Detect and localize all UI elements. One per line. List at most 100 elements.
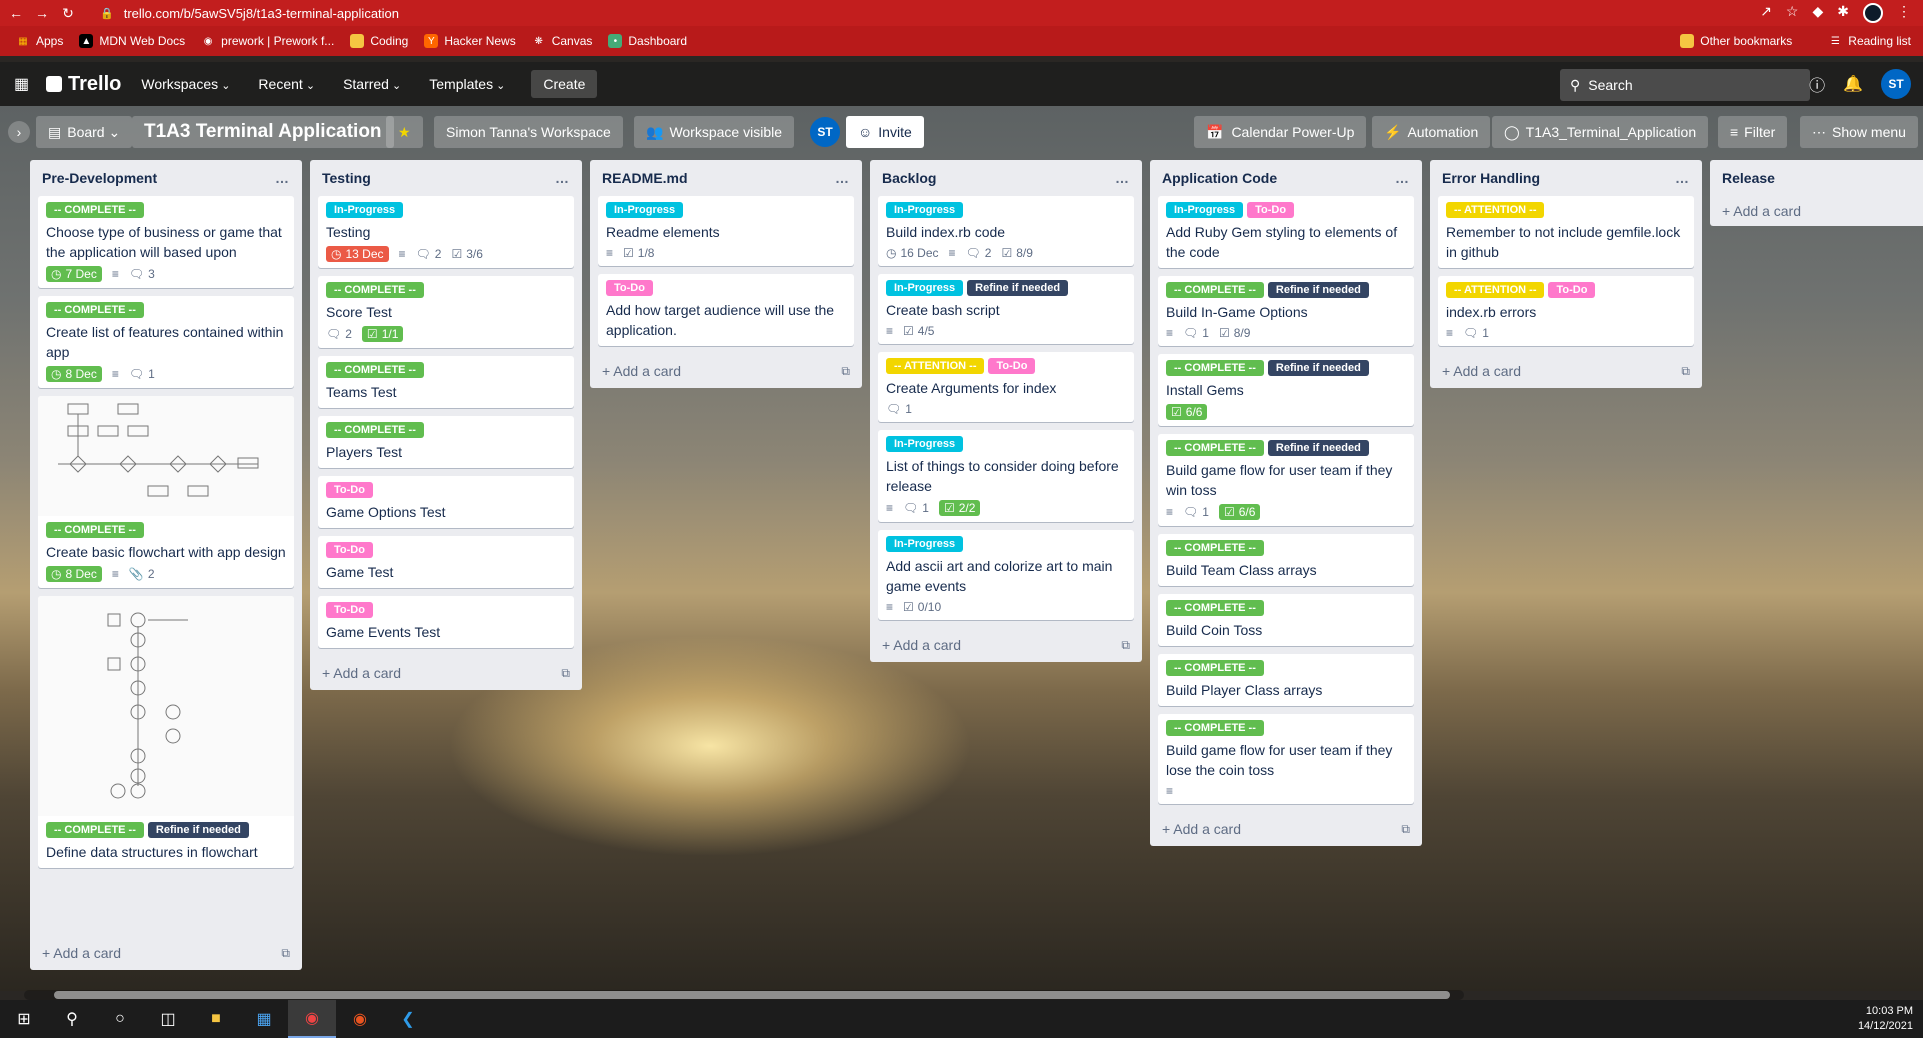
label-pink[interactable]: To-Do (606, 280, 653, 296)
back-arrow-icon[interactable]: ← (6, 5, 26, 21)
card-template-icon[interactable]: ⧉ (281, 946, 290, 961)
card-title[interactable]: Build Team Class arrays (1166, 560, 1406, 580)
star-board-icon[interactable]: ★ (386, 116, 423, 148)
card[interactable]: -- COMPLETE -- Teams Test (318, 356, 574, 408)
card-title[interactable]: Players Test (326, 442, 566, 462)
card[interactable]: -- COMPLETE -- Refine if needed Build game… (1158, 434, 1414, 526)
list-menu-icon[interactable]: … (275, 170, 290, 186)
card-title[interactable]: Define data structures in flowchart (46, 842, 286, 862)
card-template-icon[interactable]: ⧉ (1121, 638, 1130, 653)
automation-button[interactable]: ⚡ Automation (1372, 116, 1491, 148)
due-date-badge[interactable]: ◷ 16 Dec (886, 246, 939, 260)
card-title[interactable]: Build game flow for user team if they lo… (1166, 740, 1406, 780)
card[interactable]: -- ATTENTION -- To-Do Create Arguments for… (878, 352, 1134, 422)
list-menu-icon[interactable]: … (835, 170, 850, 186)
visibility-button[interactable]: 👥 Workspace visible (634, 116, 794, 148)
notifications-bell-icon[interactable]: 🔔 (1843, 74, 1863, 94)
label-green[interactable]: -- COMPLETE -- (326, 362, 424, 378)
bookmark-hacker-news[interactable]: Y Hacker News (424, 34, 516, 48)
due-date-badge[interactable]: ◷ 13 Dec (326, 246, 389, 262)
list-header[interactable]: Error Handling… (1430, 160, 1702, 196)
filter-button[interactable]: ≡ Filter (1718, 116, 1788, 148)
invite-button[interactable]: ☺ Invite (846, 116, 924, 148)
profile-avatar[interactable] (1863, 3, 1883, 23)
card-title[interactable]: Build In-Game Options (1166, 302, 1406, 322)
search-icon[interactable]: ⚲ (48, 1000, 96, 1038)
card-title[interactable]: Choose type of business or game that the… (46, 222, 286, 262)
label-green[interactable]: -- COMPLETE -- (46, 522, 144, 538)
label-dark[interactable]: Refine if needed (1267, 360, 1369, 376)
due-date-badge[interactable]: ◷ 7 Dec (46, 266, 102, 282)
label-dark[interactable]: Refine if needed (1267, 440, 1369, 456)
file-explorer-icon[interactable]: ■ (192, 1000, 240, 1038)
card-title[interactable]: Add how target audience will use the app… (606, 300, 846, 340)
extension-shield-icon[interactable]: ◆ (1812, 3, 1823, 23)
bookmark-prework[interactable]: ◉ prework | Prework f... (201, 34, 335, 48)
reload-icon[interactable]: ↻ (58, 5, 78, 22)
card[interactable]: In-Progress Readme elements ≡ ☑ 1/8 (598, 196, 854, 266)
show-menu-button[interactable]: ⋯ Show menu (1800, 116, 1918, 148)
label-yellow[interactable]: -- ATTENTION -- (1446, 202, 1545, 218)
label-pink[interactable]: To-Do (988, 358, 1036, 374)
card-title[interactable]: Game Options Test (326, 502, 566, 522)
card-title[interactable]: Teams Test (326, 382, 566, 402)
card[interactable]: -- COMPLETE -- Create list of features co… (38, 296, 294, 388)
label-green[interactable]: -- COMPLETE -- (46, 822, 144, 838)
task-view-icon[interactable]: ◫ (144, 1000, 192, 1038)
label-blue[interactable]: In-Progress (606, 202, 684, 218)
member-avatar[interactable]: ST (810, 117, 840, 147)
card[interactable]: -- ATTENTION -- To-Do index.rb errors ≡ 🗨 1 (1438, 276, 1694, 346)
list-title[interactable]: Testing (322, 170, 371, 186)
list-menu-icon[interactable]: … (1115, 170, 1130, 186)
label-dark[interactable]: Refine if needed (967, 280, 1069, 296)
label-blue[interactable]: In-Progress (326, 202, 404, 218)
list-title[interactable]: Error Handling (1442, 170, 1540, 186)
card-template-icon[interactable]: ⧉ (561, 666, 570, 681)
menu-recent[interactable]: Recent (258, 76, 315, 92)
card-template-icon[interactable]: ⧉ (841, 364, 850, 379)
card-title[interactable]: index.rb errors (1446, 302, 1686, 322)
label-green[interactable]: -- COMPLETE -- (326, 282, 424, 298)
card[interactable]: In-Progress Refine if needed Create bash s… (878, 274, 1134, 344)
bookmark-apps[interactable]: ▦ Apps (16, 34, 63, 48)
card-title[interactable]: Readme elements (606, 222, 846, 242)
app-switcher-icon[interactable]: ▦ (14, 74, 34, 94)
card-template-icon[interactable]: ⧉ (1681, 364, 1690, 379)
address-bar[interactable]: 🔒 trello.com/b/5awSV5j8/t1a3-terminal-ap… (100, 2, 399, 24)
card-title[interactable]: Create basic flowchart with app design (46, 542, 286, 562)
card-title[interactable]: Add ascii art and colorize art to main g… (886, 556, 1126, 596)
bookmark-other[interactable]: Other bookmarks (1680, 34, 1792, 48)
label-green[interactable]: -- COMPLETE -- (1166, 600, 1264, 616)
card[interactable]: -- COMPLETE -- Build Coin Toss (1158, 594, 1414, 646)
card[interactable]: -- COMPLETE -- Choose type of business or… (38, 196, 294, 288)
extensions-puzzle-icon[interactable]: ✱ (1837, 3, 1849, 23)
card-title[interactable]: Build game flow for user team if they wi… (1166, 460, 1406, 500)
add-card-button[interactable]: + Add a card ⧉ (1430, 354, 1702, 388)
label-green[interactable]: -- COMPLETE -- (46, 202, 144, 218)
label-green[interactable]: -- COMPLETE -- (1166, 360, 1264, 376)
bookmark-coding[interactable]: Coding (350, 34, 408, 48)
trello-logo[interactable]: Trello (46, 73, 121, 96)
label-green[interactable]: -- COMPLETE -- (1166, 540, 1264, 556)
menu-templates[interactable]: Templates (429, 76, 505, 92)
card[interactable]: In-Progress List of things to consider do… (878, 430, 1134, 522)
search-input[interactable]: ⚲ Search (1560, 69, 1810, 101)
add-card-button[interactable]: + Add a card ⧉ (310, 656, 582, 690)
cortana-icon[interactable]: ○ (96, 1000, 144, 1038)
system-clock[interactable]: 10:03 PM 14/12/2021 (1858, 1004, 1913, 1034)
label-green[interactable]: -- COMPLETE -- (1166, 720, 1264, 736)
card[interactable]: -- COMPLETE -- Refine if needed Install Ge… (1158, 354, 1414, 426)
label-yellow[interactable]: -- ATTENTION -- (1446, 282, 1545, 298)
card[interactable]: -- COMPLETE -- Players Test (318, 416, 574, 468)
github-button[interactable]: ◯ T1A3_Terminal_Application (1492, 116, 1709, 148)
label-blue[interactable]: In-Progress (886, 202, 964, 218)
scrollbar-thumb[interactable] (54, 991, 1450, 999)
list-title[interactable]: Application Code (1162, 170, 1277, 186)
board-view-switcher[interactable]: ▤ Board ⌄ (36, 116, 133, 148)
more-vert-icon[interactable]: ⋮ (1897, 3, 1911, 23)
card-title[interactable]: Create list of features contained within… (46, 322, 286, 362)
label-pink[interactable]: To-Do (1247, 202, 1295, 218)
card[interactable]: -- COMPLETE -- Refine if needed Build In-G… (1158, 276, 1414, 346)
bookmark-mdn[interactable]: ▲ MDN Web Docs (79, 34, 185, 48)
card-title[interactable]: Score Test (326, 302, 566, 322)
